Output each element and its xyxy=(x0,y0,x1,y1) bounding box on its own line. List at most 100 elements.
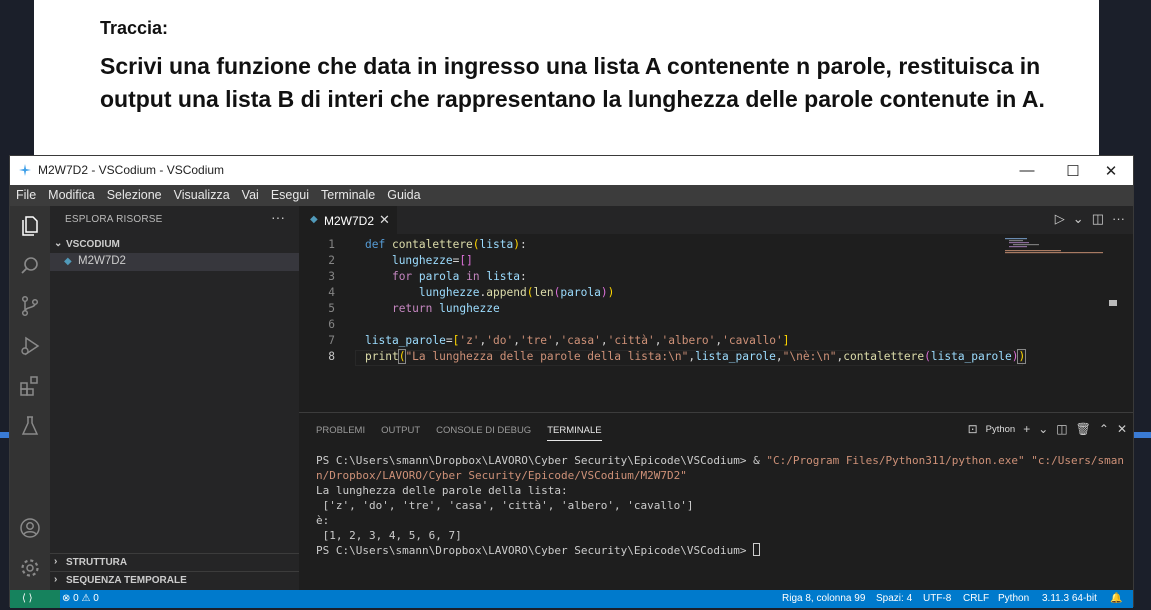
run-debug-icon[interactable] xyxy=(18,334,42,358)
explorer-header: ESPLORA RISORSE xyxy=(65,214,163,225)
file-label: M2W7D2 xyxy=(78,255,126,267)
vscodium-window: M2W7D2 - VSCodium - VSCodium — ☐ ✕ File … xyxy=(9,155,1134,608)
status-bar: ⟨ ⟩ ⊗ 0 ⚠ 0 Riga 8, colonna 99 Spazi: 4 … xyxy=(10,590,1133,608)
close-tab-icon[interactable]: ✕ xyxy=(379,212,390,228)
new-terminal-plus-icon[interactable]: + xyxy=(1023,422,1030,436)
folder-label: VSCODIUM xyxy=(66,239,120,250)
close-panel-icon[interactable]: ✕ xyxy=(1117,422,1127,436)
terminal-icon: ⊡ xyxy=(967,422,978,436)
terminal-output-line: è: xyxy=(316,514,330,527)
tab-m2w7d2[interactable]: ◆ M2W7D2 ✕ xyxy=(299,206,397,234)
editor-scrollbar[interactable] xyxy=(1109,300,1117,306)
background-strip xyxy=(1134,432,1151,438)
notifications-bell-icon[interactable]: 🔔 xyxy=(1110,593,1122,604)
remote-icon: ⟨ ⟩ xyxy=(22,593,33,604)
line-number: 1 xyxy=(328,238,335,251)
editor-actions: ▷ ⌄ ◫ ··· xyxy=(1055,211,1125,227)
python-file-icon: ◆ xyxy=(310,214,318,225)
chevron-right-icon: › xyxy=(54,556,58,567)
line-number: 8 xyxy=(328,350,335,363)
tab-output[interactable]: OUTPUT xyxy=(381,425,420,441)
task-text: Scrivi una funzione che data in ingresso… xyxy=(100,53,1045,112)
more-actions-button[interactable]: ··· xyxy=(271,209,285,225)
explorer-icon[interactable] xyxy=(18,214,42,238)
account-icon[interactable] xyxy=(18,516,42,540)
activity-bar xyxy=(10,206,50,590)
terminal-prompt: PS C:\Users\smann\Dropbox\LAVORO\Cyber S… xyxy=(316,544,754,557)
terminal-output[interactable]: PS C:\Users\smann\Dropbox\LAVORO\Cyber S… xyxy=(316,453,1126,558)
menu-esegui[interactable]: Esegui xyxy=(265,185,315,206)
code-line-8: print("La lunghezza delle parole della l… xyxy=(365,349,1027,364)
source-control-icon[interactable] xyxy=(18,294,42,318)
maximize-panel-chevron-icon[interactable]: ⌃ xyxy=(1099,422,1109,436)
panel-actions: ⊡ Python + ⌄ ◫ 🗑 ⌃ ✕ xyxy=(968,422,1127,436)
explorer-sidebar: ESPLORA RISORSE ··· ⌄ VSCODIUM ◆ M2W7D2 … xyxy=(50,206,299,590)
code-line-1: def contalettere(lista): xyxy=(365,238,527,251)
more-actions-icon[interactable]: ··· xyxy=(1112,211,1125,227)
menu-selezione[interactable]: Selezione xyxy=(101,185,168,206)
menu-terminale[interactable]: Terminale xyxy=(315,185,381,206)
minimize-button[interactable]: — xyxy=(1004,156,1050,185)
terminal-shell-label[interactable]: Python xyxy=(986,424,1016,435)
terminal-output-line: ['z', 'do', 'tre', 'casa', 'città', 'alb… xyxy=(316,499,694,512)
tab-terminale[interactable]: TERMINALE xyxy=(547,425,602,441)
line-number: 6 xyxy=(328,318,335,331)
panel-tabs: PROBLEMI OUTPUT CONSOLE DI DEBUG TERMINA… xyxy=(316,425,618,441)
menu-modifica[interactable]: Modifica xyxy=(42,185,101,206)
title-bar: M2W7D2 - VSCodium - VSCodium — ☐ ✕ xyxy=(10,156,1133,185)
python-file-icon: ◆ xyxy=(64,256,72,267)
menu-file[interactable]: File xyxy=(10,185,42,206)
vscodium-logo-icon xyxy=(19,164,31,176)
code-editor[interactable]: 1 2 3 4 5 6 7 8 def contalettere(lista):… xyxy=(299,234,1119,414)
testing-flask-icon[interactable] xyxy=(18,414,42,438)
chevron-right-icon: › xyxy=(54,574,58,585)
editor-area: ◆ M2W7D2 ✕ ▷ ⌄ ◫ ··· 1 2 3 4 5 6 7 8 def… xyxy=(299,206,1133,590)
cursor-position[interactable]: Riga 8, colonna 99 xyxy=(782,593,865,604)
indentation[interactable]: Spazi: 4 xyxy=(876,593,912,604)
encoding[interactable]: UTF-8 xyxy=(923,593,951,604)
run-python-file-icon[interactable]: ▷ xyxy=(1055,211,1065,227)
menu-visualizza[interactable]: Visualizza xyxy=(168,185,236,206)
menu-vai[interactable]: Vai xyxy=(236,185,265,206)
task-label: Traccia: xyxy=(100,18,169,38)
outline-section[interactable]: › STRUTTURA xyxy=(50,553,299,571)
bottom-panel: PROBLEMI OUTPUT CONSOLE DI DEBUG TERMINA… xyxy=(299,412,1133,590)
code-line-7: lista_parole=['z','do','tre','casa','cit… xyxy=(365,334,790,347)
assignment-document: Traccia: Scrivi una funzione che data in… xyxy=(34,0,1099,160)
terminal-prompt: PS C:\Users\smann\Dropbox\LAVORO\Cyber S… xyxy=(316,454,767,467)
outline-label: STRUTTURA xyxy=(66,557,128,568)
terminal-cursor xyxy=(753,543,761,556)
terminal-output-line: [1, 2, 3, 4, 5, 6, 7] xyxy=(316,529,462,542)
window-title: M2W7D2 - VSCodium - VSCodium xyxy=(38,163,225,177)
tab-console-di-debug[interactable]: CONSOLE DI DEBUG xyxy=(436,425,531,441)
tab-label: M2W7D2 xyxy=(324,214,375,228)
extensions-icon[interactable] xyxy=(18,374,42,398)
problems-indicator[interactable]: ⊗ 0 ⚠ 0 xyxy=(62,593,99,604)
line-number: 5 xyxy=(328,302,335,315)
split-editor-icon[interactable]: ◫ xyxy=(1092,211,1104,227)
timeline-section[interactable]: › SEQUENZA TEMPORALE xyxy=(50,571,299,589)
line-number: 4 xyxy=(328,286,335,299)
chevron-down-icon: ⌄ xyxy=(54,238,63,249)
timeline-label: SEQUENZA TEMPORALE xyxy=(66,575,187,586)
file-item-m2w7d2[interactable]: ◆ M2W7D2 xyxy=(50,253,299,271)
tab-problemi[interactable]: PROBLEMI xyxy=(316,425,365,441)
line-number: 7 xyxy=(328,334,335,347)
settings-gear-icon[interactable] xyxy=(18,556,42,580)
code-line-4: lunghezze.append(len(parola)) xyxy=(418,286,615,299)
end-of-line[interactable]: CRLF xyxy=(963,593,989,604)
search-icon[interactable] xyxy=(18,254,42,278)
folder-section-vscodium[interactable]: ⌄ VSCODIUM xyxy=(50,236,299,254)
run-dropdown-chevron-icon[interactable]: ⌄ xyxy=(1073,211,1084,227)
menu-bar: File Modifica Selezione Visualizza Vai E… xyxy=(10,185,1133,206)
python-interpreter[interactable]: 3.11.3 64-bit xyxy=(1042,593,1097,604)
split-terminal-icon[interactable]: ◫ xyxy=(1056,422,1067,436)
language-mode[interactable]: Python xyxy=(998,593,1029,604)
menu-guida[interactable]: Guida xyxy=(381,185,426,206)
close-window-button[interactable]: ✕ xyxy=(1088,156,1134,185)
trash-icon[interactable]: 🗑 xyxy=(1076,422,1091,436)
minimap[interactable] xyxy=(1005,236,1105,262)
line-number: 2 xyxy=(328,254,335,267)
remote-indicator[interactable]: ⟨ ⟩ xyxy=(10,590,60,608)
terminal-dropdown-chevron-icon[interactable]: ⌄ xyxy=(1038,422,1048,436)
